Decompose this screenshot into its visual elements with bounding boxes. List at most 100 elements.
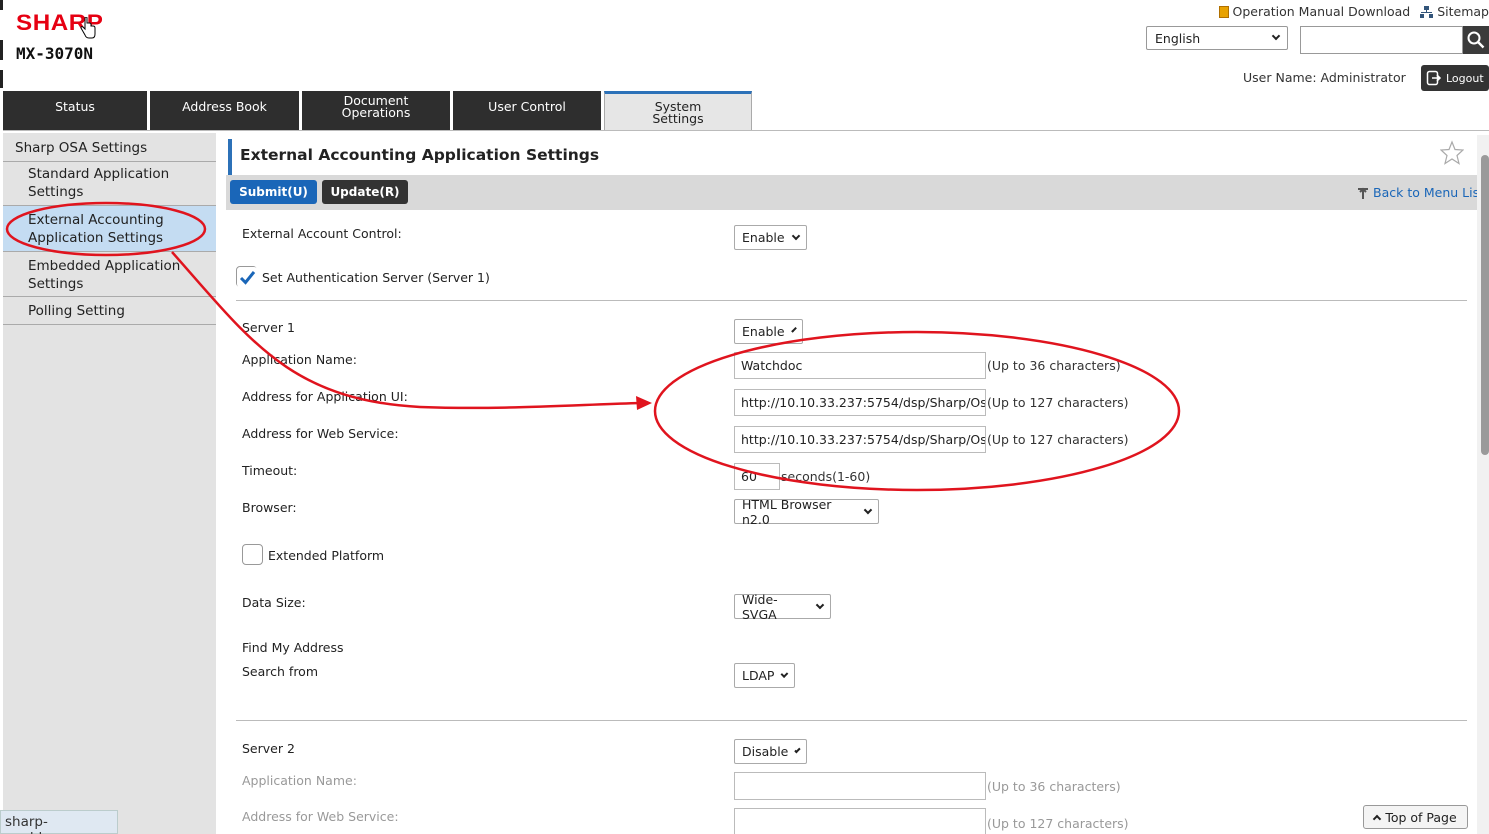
logout-button[interactable]: Logout: [1421, 65, 1489, 91]
application-name-label: Application Name:: [242, 352, 357, 367]
operation-manual-label: Operation Manual Download: [1232, 4, 1411, 19]
top-of-page-label: Top of Page: [1385, 809, 1457, 825]
find-my-address-label: Find My Address: [242, 640, 344, 655]
tab-document-operations[interactable]: Document Operations: [302, 91, 450, 131]
sidebar-item-label: Sharp OSA Settings: [15, 140, 148, 156]
set-auth-server-checkbox[interactable]: [236, 266, 258, 288]
server1-label: Server 1: [242, 320, 295, 335]
application-name-input[interactable]: Watchdoc: [734, 352, 986, 379]
back-to-menu-link[interactable]: Back to Menu List: [1356, 185, 1484, 200]
search-from-label: Search from: [242, 664, 319, 679]
status-bar-url: sharp-world.com: [0, 810, 118, 834]
sidebar-item-external-accounting-application-settings[interactable]: External Accounting Application Settings: [3, 206, 216, 252]
sidebar-item-embedded-application-settings[interactable]: Embedded Application Settings: [3, 252, 216, 297]
tab-system-settings[interactable]: System Settings: [604, 91, 752, 131]
data-size-value: Wide-SVGA: [742, 591, 778, 622]
chevron-down-icon: [815, 600, 825, 609]
server2-address-web-service-input[interactable]: [734, 808, 986, 834]
logout-label: Logout: [1446, 71, 1484, 85]
extended-platform-label: Extended Platform: [268, 548, 385, 563]
address-app-ui-hint: (Up to 127 characters): [987, 395, 1129, 410]
timeout-input[interactable]: 60: [734, 463, 780, 490]
sidebar-item-sharp-osa-settings[interactable]: Sharp OSA Settings: [3, 135, 216, 162]
server2-address-web-service-label: Address for Web Service:: [242, 809, 399, 824]
sidebar-item-standard-application-settings[interactable]: Standard Application Settings: [3, 162, 216, 206]
scrollbar-thumb[interactable]: [1481, 155, 1489, 455]
manual-book-icon: [1218, 5, 1229, 18]
address-app-ui-label: Address for Application UI:: [242, 389, 408, 404]
favorite-star-icon[interactable]: [1440, 140, 1464, 166]
tabs-divider: [3, 130, 1489, 131]
back-to-menu-label: Back to Menu List: [1373, 185, 1484, 200]
tab-address-book[interactable]: Address Book: [150, 91, 299, 131]
sidebar-item-label: Standard Application Settings: [28, 166, 170, 200]
back-arrow-icon: [1358, 187, 1368, 199]
language-select[interactable]: English: [1146, 26, 1288, 50]
external-account-control-value: Enable: [742, 230, 785, 245]
address-web-service-label: Address for Web Service:: [242, 426, 399, 441]
user-name: User Name: Administrator: [1243, 70, 1406, 85]
data-size-label: Data Size:: [242, 595, 306, 610]
main-tabs: Status Address Book Document Operations …: [3, 91, 755, 131]
sidebar: Sharp OSA Settings Standard Application …: [3, 133, 216, 834]
logout-icon: [1426, 70, 1442, 86]
server2-select[interactable]: Disable: [734, 739, 807, 764]
update-button[interactable]: Update(R): [322, 180, 408, 204]
sitemap-link[interactable]: Sitemap: [1420, 4, 1489, 19]
search-input[interactable]: [1300, 26, 1463, 54]
data-size-select[interactable]: Wide-SVGA: [734, 591, 831, 622]
chevron-down-icon: [794, 746, 801, 753]
section-divider: [236, 720, 1467, 721]
operation-manual-link[interactable]: Operation Manual Download: [1218, 4, 1411, 19]
external-account-control-select[interactable]: Enable: [734, 225, 807, 250]
search-button[interactable]: [1463, 26, 1489, 54]
search-from-value: LDAP: [742, 668, 775, 683]
server2-application-name-hint: (Up to 36 characters): [987, 779, 1121, 794]
timeout-label: Timeout:: [242, 463, 298, 478]
hand-cursor-icon: [80, 17, 96, 39]
extended-platform-checkbox[interactable]: [242, 544, 263, 565]
chevron-up-icon: [1373, 814, 1382, 824]
section-divider: [236, 300, 1467, 301]
address-app-ui-input[interactable]: http://10.10.33.237:5754/dsp/Sharp/Os: [734, 389, 986, 416]
address-web-service-hint: (Up to 127 characters): [987, 432, 1129, 447]
sidebar-item-label: Embedded Application Settings: [28, 258, 181, 292]
language-value: English: [1155, 30, 1201, 46]
browser-value: HTML Browser n2.0: [742, 496, 832, 527]
submit-button[interactable]: Submit(U): [230, 180, 317, 204]
server2-address-web-service-hint: (Up to 127 characters): [987, 816, 1129, 831]
chevron-down-icon: [781, 669, 789, 678]
server1-select[interactable]: Enable: [734, 319, 803, 344]
search-from-select[interactable]: LDAP: [734, 663, 795, 688]
address-web-service-input[interactable]: http://10.10.33.237:5754/dsp/Sharp/Os: [734, 426, 986, 453]
tab-user-control[interactable]: User Control: [453, 91, 601, 131]
sidebar-item-polling-setting[interactable]: Polling Setting: [3, 297, 216, 325]
search-icon: [1467, 31, 1485, 49]
browser-select[interactable]: HTML Browser n2.0: [734, 496, 879, 527]
sitemap-icon: [1420, 5, 1434, 18]
chevron-down-icon: [863, 505, 873, 514]
top-links: Operation Manual Download Sitemap: [1218, 4, 1489, 19]
chevron-down-icon: [790, 326, 797, 333]
page-title: External Accounting Application Settings: [228, 139, 1477, 175]
application-name-hint: (Up to 36 characters): [987, 358, 1121, 373]
timeout-hint: seconds(1-60): [781, 469, 871, 484]
server2-application-name-label: Application Name:: [242, 773, 357, 788]
browser-label: Browser:: [242, 500, 297, 515]
external-account-control-label: External Account Control:: [242, 226, 402, 241]
device-model: MX-3070N: [16, 44, 94, 63]
chevron-down-icon: [1271, 31, 1281, 41]
tab-status[interactable]: Status: [3, 91, 147, 131]
set-auth-server-label: Set Authentication Server (Server 1): [262, 270, 490, 285]
server2-value: Disable: [742, 744, 789, 759]
sitemap-label: Sitemap: [1437, 4, 1489, 19]
annotation-arrow-head: [636, 396, 652, 410]
server1-value: Enable: [742, 324, 785, 339]
top-of-page-button[interactable]: Top of Page: [1363, 805, 1468, 829]
sidebar-item-label: External Accounting Application Settings: [28, 212, 164, 246]
action-toolbar: [226, 175, 1477, 210]
server2-label: Server 2: [242, 741, 295, 756]
sidebar-item-label: Polling Setting: [28, 303, 125, 319]
server2-application-name-input[interactable]: [734, 772, 986, 800]
checkmark-icon: [237, 267, 258, 288]
